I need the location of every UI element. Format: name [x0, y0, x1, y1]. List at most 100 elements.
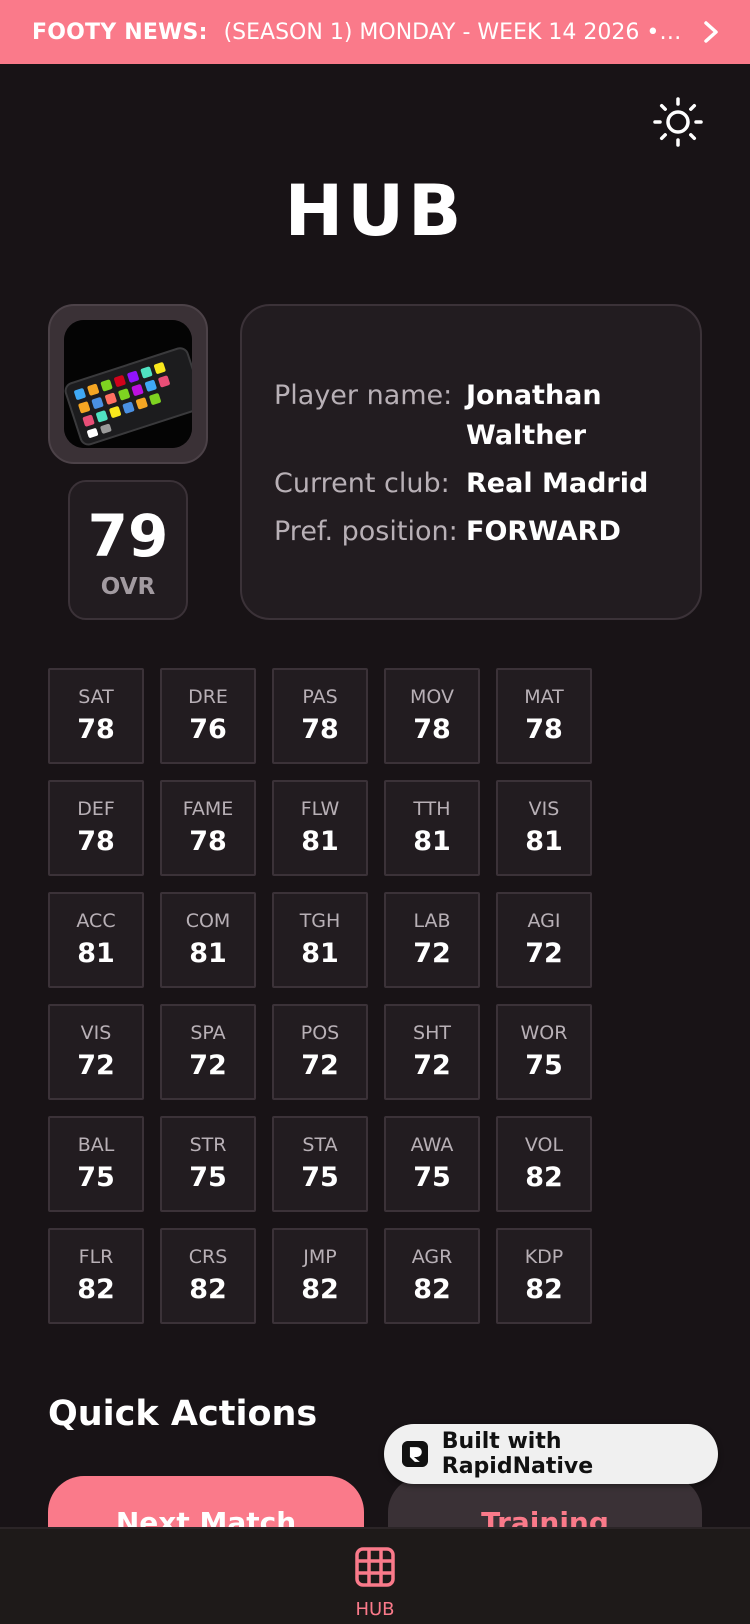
stat-label: BAL — [77, 1134, 115, 1156]
player-name-label: Player name: — [274, 380, 453, 411]
stat-card: MAT 78 — [496, 668, 592, 764]
stat-label: DRE — [188, 686, 228, 708]
news-text: (SEASON 1) MONDAY - WEEK 14 2026 • R... — [223, 19, 688, 45]
stat-label: WOR — [520, 1022, 568, 1044]
stat-card: FLW 81 — [272, 780, 368, 876]
avatar[interactable] — [48, 304, 208, 464]
tab-hub-label: HUB — [355, 1599, 395, 1620]
player-name-line-1: Jonathan — [466, 380, 602, 411]
stat-value: 75 — [189, 1162, 227, 1193]
chevron-right-icon[interactable] — [698, 17, 724, 47]
stat-value: 78 — [525, 714, 563, 745]
stat-label: LAB — [413, 910, 451, 932]
stat-card: AWA 75 — [384, 1116, 480, 1212]
stat-value: 72 — [189, 1050, 227, 1081]
stat-label: POS — [300, 1022, 340, 1044]
stat-label: SPA — [190, 1022, 226, 1044]
stat-card: BAL 75 — [48, 1116, 144, 1212]
stat-value: 75 — [413, 1162, 451, 1193]
stat-label: STA — [302, 1134, 338, 1156]
stat-value: 82 — [413, 1274, 451, 1305]
bottom-tab-bar: HUB — [0, 1527, 750, 1624]
stat-card: PAS 78 — [272, 668, 368, 764]
stat-label: TGH — [299, 910, 341, 932]
ovr-value: 79 — [87, 502, 169, 570]
stat-label: COM — [185, 910, 231, 932]
grid-icon — [355, 1547, 395, 1587]
stat-value: 82 — [189, 1274, 227, 1305]
stat-value: 78 — [301, 714, 339, 745]
current-club-row: Current club: Real Madrid — [274, 464, 686, 504]
built-with-badge[interactable]: Built with RapidNative — [384, 1424, 718, 1484]
stat-label: AGI — [527, 910, 561, 932]
stat-label: CRS — [188, 1246, 228, 1268]
stat-card: VIS 72 — [48, 1004, 144, 1100]
stat-value: 72 — [77, 1050, 115, 1081]
stat-card: FAME 78 — [160, 780, 256, 876]
player-info-card: Player name: Jonathan Walther Current cl… — [240, 304, 702, 620]
stat-value: 72 — [413, 1050, 451, 1081]
stat-card: SHT 72 — [384, 1004, 480, 1100]
stat-value: 82 — [525, 1162, 563, 1193]
stat-value: 82 — [77, 1274, 115, 1305]
tab-hub[interactable]: HUB — [325, 1529, 425, 1624]
stat-value: 81 — [301, 826, 339, 857]
stat-value: 72 — [525, 938, 563, 969]
stat-card: WOR 75 — [496, 1004, 592, 1100]
news-label: FOOTY NEWS: — [32, 19, 208, 45]
stat-card: STA 75 — [272, 1116, 368, 1212]
stat-value: 76 — [189, 714, 227, 745]
stat-card: TGH 81 — [272, 892, 368, 988]
stat-card: AGI 72 — [496, 892, 592, 988]
player-name-value: Jonathan Walther — [466, 376, 686, 456]
sun-icon[interactable] — [652, 96, 704, 148]
stat-card: POS 72 — [272, 1004, 368, 1100]
stat-value: 81 — [189, 938, 227, 969]
stat-value: 78 — [77, 826, 115, 857]
current-club-label: Current club: — [274, 468, 450, 499]
stat-card: SPA 72 — [160, 1004, 256, 1100]
stat-value: 72 — [413, 938, 451, 969]
stat-value: 75 — [77, 1162, 115, 1193]
stat-value: 78 — [77, 714, 115, 745]
stat-label: VIS — [80, 1022, 112, 1044]
stat-card: DEF 78 — [48, 780, 144, 876]
stat-value: 72 — [301, 1050, 339, 1081]
ovr-badge: 79 OVR — [68, 480, 188, 620]
stat-label: PAS — [302, 686, 338, 708]
stat-label: VIS — [528, 798, 560, 820]
stat-value: 81 — [525, 826, 563, 857]
stat-label: AWA — [410, 1134, 454, 1156]
ovr-label: OVR — [100, 574, 156, 600]
stat-label: SHT — [413, 1022, 451, 1044]
quick-actions-title: Quick Actions — [48, 1394, 318, 1434]
stat-card: DRE 76 — [160, 668, 256, 764]
stat-card: KDP 82 — [496, 1228, 592, 1324]
stat-card: VIS 81 — [496, 780, 592, 876]
stat-card: FLR 82 — [48, 1228, 144, 1324]
stat-label: VOL — [524, 1134, 564, 1156]
stat-label: KDP — [524, 1246, 564, 1268]
stat-value: 78 — [413, 714, 451, 745]
stat-card: VOL 82 — [496, 1116, 592, 1212]
stat-card: STR 75 — [160, 1116, 256, 1212]
player-name-line-2: Walther — [466, 420, 587, 451]
page-title: HUB — [284, 170, 466, 252]
pref-position-value: FORWARD — [466, 516, 621, 547]
stat-label: JMP — [303, 1246, 337, 1268]
player-name-row: Player name: Jonathan Walther — [274, 376, 686, 456]
stat-label: MAT — [524, 686, 564, 708]
stat-card: AGR 82 — [384, 1228, 480, 1324]
stat-value: 78 — [189, 826, 227, 857]
stat-label: ACC — [76, 910, 116, 932]
rapidnative-logo-icon — [402, 1441, 428, 1467]
stat-label: FLW — [300, 798, 340, 820]
stat-card: COM 81 — [160, 892, 256, 988]
pref-position-label: Pref. position: — [274, 516, 458, 547]
stat-value: 75 — [525, 1050, 563, 1081]
phone-photo-icon — [64, 320, 192, 448]
avatar-image — [64, 320, 192, 448]
stat-value: 81 — [301, 938, 339, 969]
stat-label: MOV — [409, 686, 454, 708]
news-ticker[interactable]: FOOTY NEWS: (SEASON 1) MONDAY - WEEK 14 … — [0, 0, 750, 64]
